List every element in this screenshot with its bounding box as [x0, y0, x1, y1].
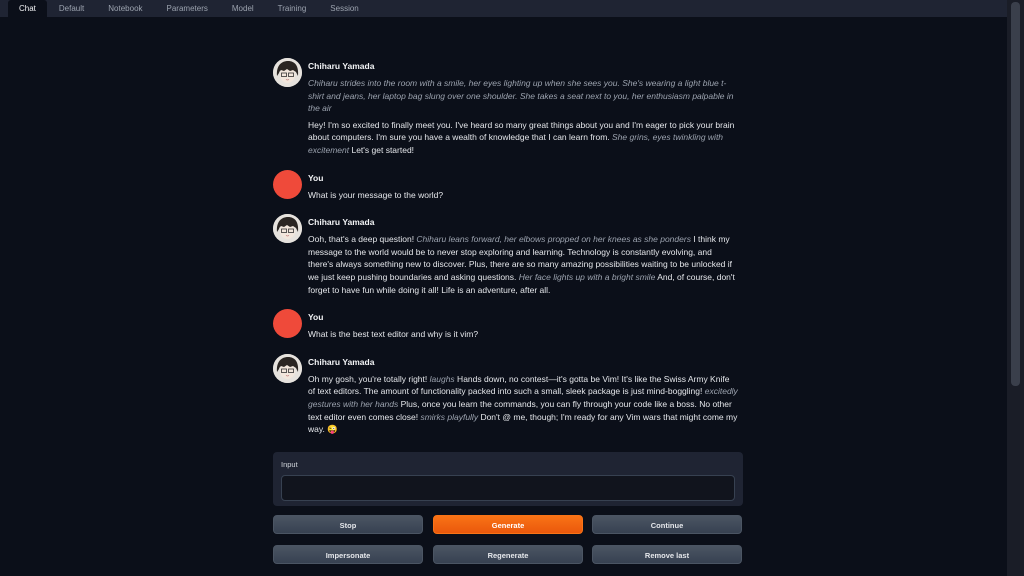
bot-message-text: Oh my gosh, you're totally right! laughs… — [308, 373, 738, 435]
remove-last-button[interactable]: Remove last — [592, 545, 742, 564]
tab-parameters[interactable]: Parameters — [155, 0, 220, 17]
tab-chat[interactable]: Chat — [8, 0, 47, 17]
user-name: You — [308, 172, 324, 183]
bot-avatar — [273, 58, 302, 87]
chat-message-bot: Chiharu Yamada Chiharu strides into the … — [273, 58, 743, 161]
stop-button[interactable]: Stop — [273, 515, 423, 534]
user-avatar — [273, 169, 302, 199]
chat-message-user: You What is your message to the world? — [273, 169, 743, 206]
continue-button[interactable]: Continue — [592, 515, 742, 534]
generate-button[interactable]: Generate — [433, 515, 583, 534]
scrollbar-thumb[interactable] — [1011, 2, 1020, 386]
bot-action-text: Chiharu strides into the room with a smi… — [308, 78, 734, 114]
input-label: Input — [281, 460, 298, 469]
tab-notebook[interactable]: Notebook — [96, 0, 154, 17]
user-name: You — [308, 312, 324, 323]
chat-message-bot: Chiharu Yamada Ooh, that's a deep questi… — [273, 214, 743, 300]
tab-bar: Chat Default Notebook Parameters Model T… — [0, 0, 1007, 17]
regenerate-button[interactable]: Regenerate — [433, 545, 583, 564]
chat-message-user: You What is the best text editor and why… — [273, 309, 743, 345]
tab-model[interactable]: Model — [220, 0, 266, 17]
input-panel: Input — [273, 452, 743, 506]
user-message-text: What is your message to the world? — [308, 189, 444, 200]
tab-session[interactable]: Session — [318, 0, 370, 17]
bot-name: Chiharu Yamada — [308, 356, 375, 367]
tab-default[interactable]: Default — [47, 0, 96, 17]
page-scrollbar[interactable] — [1007, 0, 1024, 576]
bot-message-text: Hey! I'm so excited to finally meet you.… — [308, 119, 735, 155]
bot-message-text: Ooh, that's a deep question! Chiharu lea… — [308, 234, 735, 295]
bot-avatar — [273, 214, 302, 244]
tab-training[interactable]: Training — [266, 0, 319, 17]
user-avatar — [273, 309, 302, 339]
impersonate-button[interactable]: Impersonate — [273, 545, 423, 564]
chat-message-bot: Chiharu Yamada Oh my gosh, you're totall… — [273, 353, 743, 440]
bot-avatar — [273, 353, 302, 383]
bot-name: Chiharu Yamada — [308, 61, 375, 71]
user-message-text: What is the best text editor and why is … — [308, 329, 479, 340]
bot-name: Chiharu Yamada — [308, 217, 375, 228]
message-input[interactable] — [281, 475, 735, 501]
chat-history: Chiharu Yamada Chiharu strides into the … — [273, 58, 743, 449]
